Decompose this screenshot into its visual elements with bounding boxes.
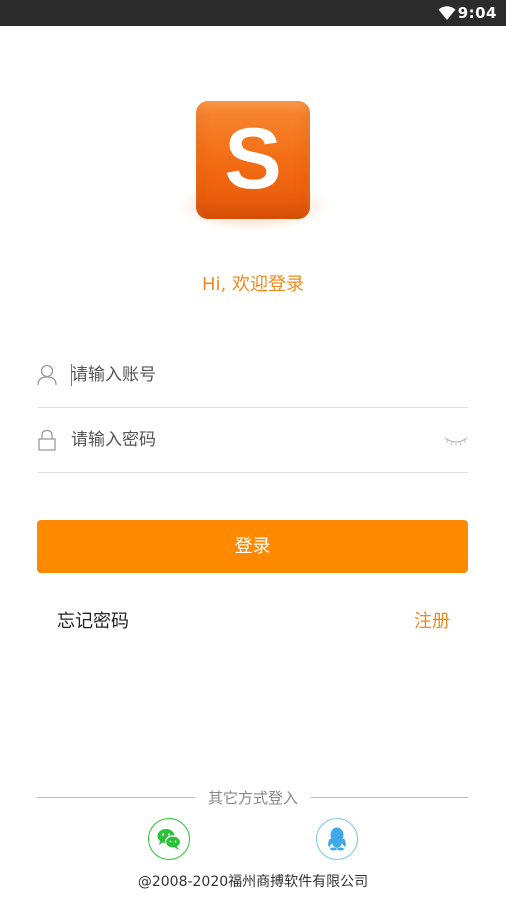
wechat-icon — [157, 829, 182, 850]
password-field[interactable] — [37, 409, 468, 473]
wifi-icon — [438, 6, 456, 20]
divider-right — [311, 797, 468, 798]
forgot-password-link[interactable]: 忘记密码 — [57, 607, 129, 633]
status-time: 9:04 — [457, 4, 497, 22]
account-input[interactable] — [71, 360, 431, 390]
qq-login-button[interactable] — [316, 818, 358, 860]
account-field[interactable] — [37, 344, 468, 408]
login-button[interactable]: 登录 — [37, 520, 468, 573]
user-icon — [37, 364, 57, 386]
divider-left — [37, 797, 195, 798]
status-bar: 9:04 — [0, 0, 506, 26]
register-link[interactable]: 注册 — [414, 607, 450, 633]
welcome-text: Hi, 欢迎登录 — [202, 274, 304, 295]
other-login-label: 其它方式登入 — [207, 789, 298, 807]
app-logo: S — [178, 101, 328, 231]
wechat-login-button[interactable] — [148, 818, 190, 860]
lock-icon — [38, 429, 56, 451]
logo-letter: S — [224, 111, 282, 207]
qq-icon — [328, 827, 346, 851]
text-caret — [71, 364, 72, 386]
eye-closed-icon[interactable] — [444, 435, 468, 447]
password-input[interactable] — [71, 425, 431, 455]
copyright-text: @2008-2020福州商搏软件有限公司 — [137, 874, 369, 890]
logo-tile: S — [196, 101, 310, 219]
